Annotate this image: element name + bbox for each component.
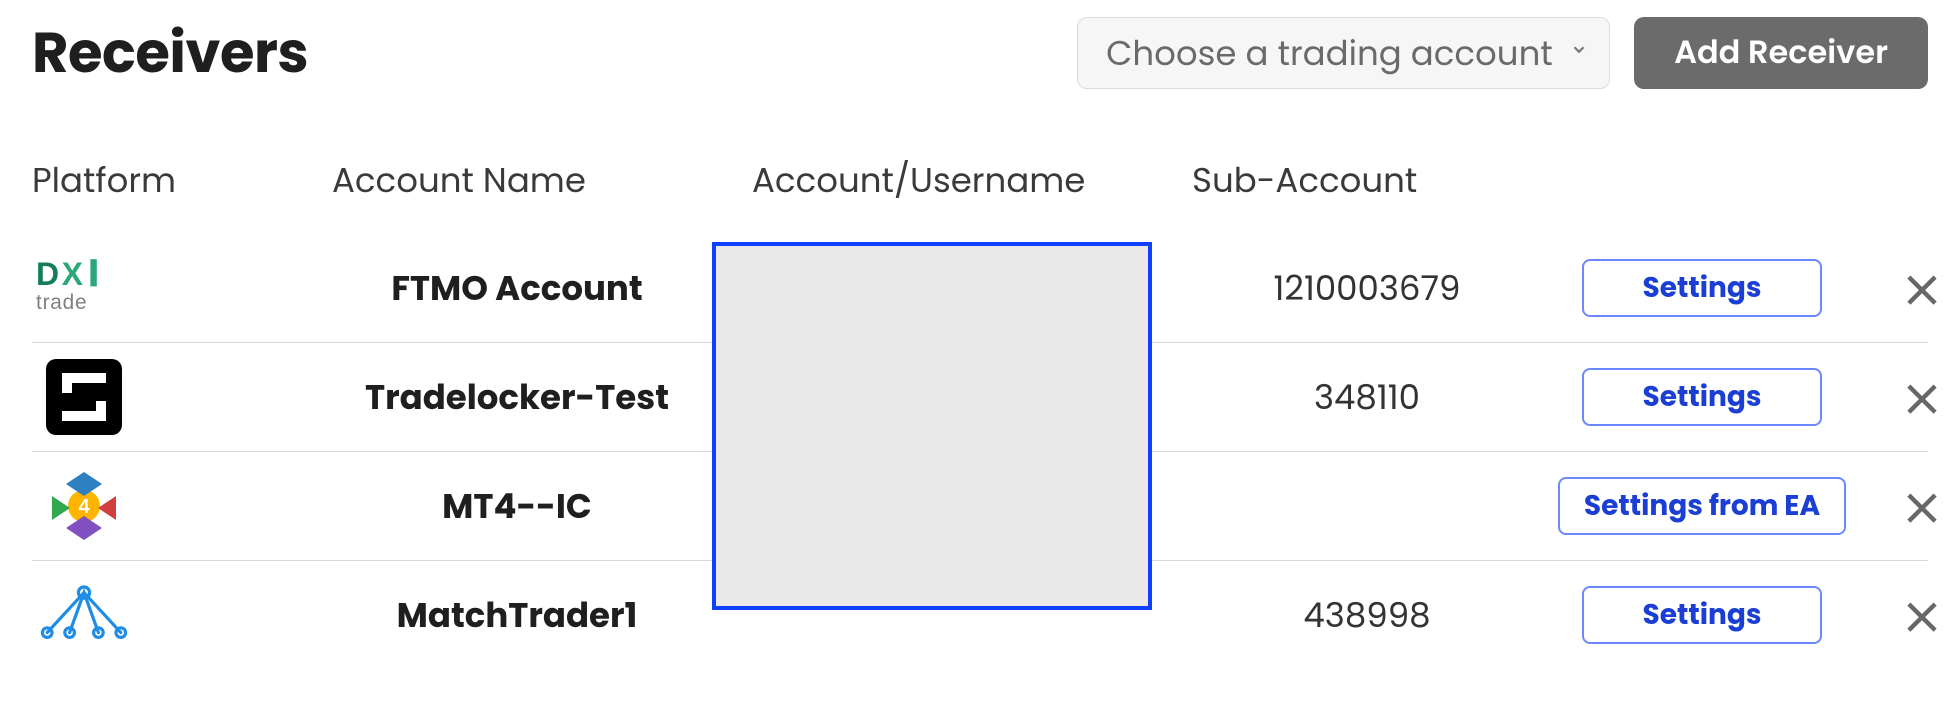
account-select-wrap: Choose a trading account — [1077, 17, 1610, 89]
matchtrader-icon — [36, 575, 132, 655]
table-row: Tradelocker-Test 348110 Settings — [32, 342, 1928, 451]
svg-text:trade: trade — [36, 291, 87, 314]
settings-button[interactable]: Settings — [1582, 368, 1822, 426]
sub-account: 1210003679 — [1192, 263, 1542, 314]
col-account-username: Account/Username — [752, 155, 1182, 206]
trading-account-select[interactable]: Choose a trading account — [1077, 17, 1610, 89]
delete-row-button[interactable] — [1900, 592, 1944, 639]
tradelocker-icon — [36, 357, 132, 437]
close-icon — [1900, 297, 1944, 312]
delete-row-button[interactable] — [1900, 374, 1944, 421]
delete-row-button[interactable] — [1900, 483, 1944, 530]
receivers-table: Platform Account Name Account/Username S… — [32, 155, 1928, 669]
table-row: D X trade FTMO Account 1210003679 Settin… — [32, 234, 1928, 342]
svg-text:D: D — [36, 256, 59, 292]
close-icon — [1900, 624, 1944, 639]
table-header: Platform Account Name Account/Username S… — [32, 155, 1928, 234]
account-name: Tradelocker-Test — [332, 372, 742, 423]
close-icon — [1900, 406, 1944, 421]
col-sub-account: Sub-Account — [1192, 155, 1542, 206]
sub-account: 438998 — [1192, 590, 1542, 641]
table-row: MatchTrader1 438998 Settings — [32, 560, 1928, 669]
svg-text:4: 4 — [78, 496, 90, 518]
account-name: FTMO Account — [332, 263, 742, 314]
sub-account: 348110 — [1192, 372, 1542, 423]
dxtrade-icon: D X trade — [36, 248, 132, 328]
col-platform: Platform — [32, 155, 322, 206]
delete-row-button[interactable] — [1900, 265, 1944, 312]
table-row: 4 MT4--IC Settings from EA — [32, 451, 1928, 560]
close-icon — [1900, 515, 1944, 530]
settings-from-ea-button[interactable]: Settings from EA — [1558, 477, 1846, 535]
page-title: Receivers — [32, 10, 308, 95]
add-receiver-button[interactable]: Add Receiver — [1634, 17, 1928, 89]
settings-button[interactable]: Settings — [1582, 586, 1822, 644]
mt4-icon: 4 — [36, 466, 132, 546]
col-account-name: Account Name — [332, 155, 742, 206]
svg-text:X: X — [62, 256, 84, 292]
settings-button[interactable]: Settings — [1582, 259, 1822, 317]
table-body: D X trade FTMO Account 1210003679 Settin… — [32, 234, 1928, 669]
account-name: MT4--IC — [332, 481, 742, 532]
account-name: MatchTrader1 — [332, 590, 742, 641]
